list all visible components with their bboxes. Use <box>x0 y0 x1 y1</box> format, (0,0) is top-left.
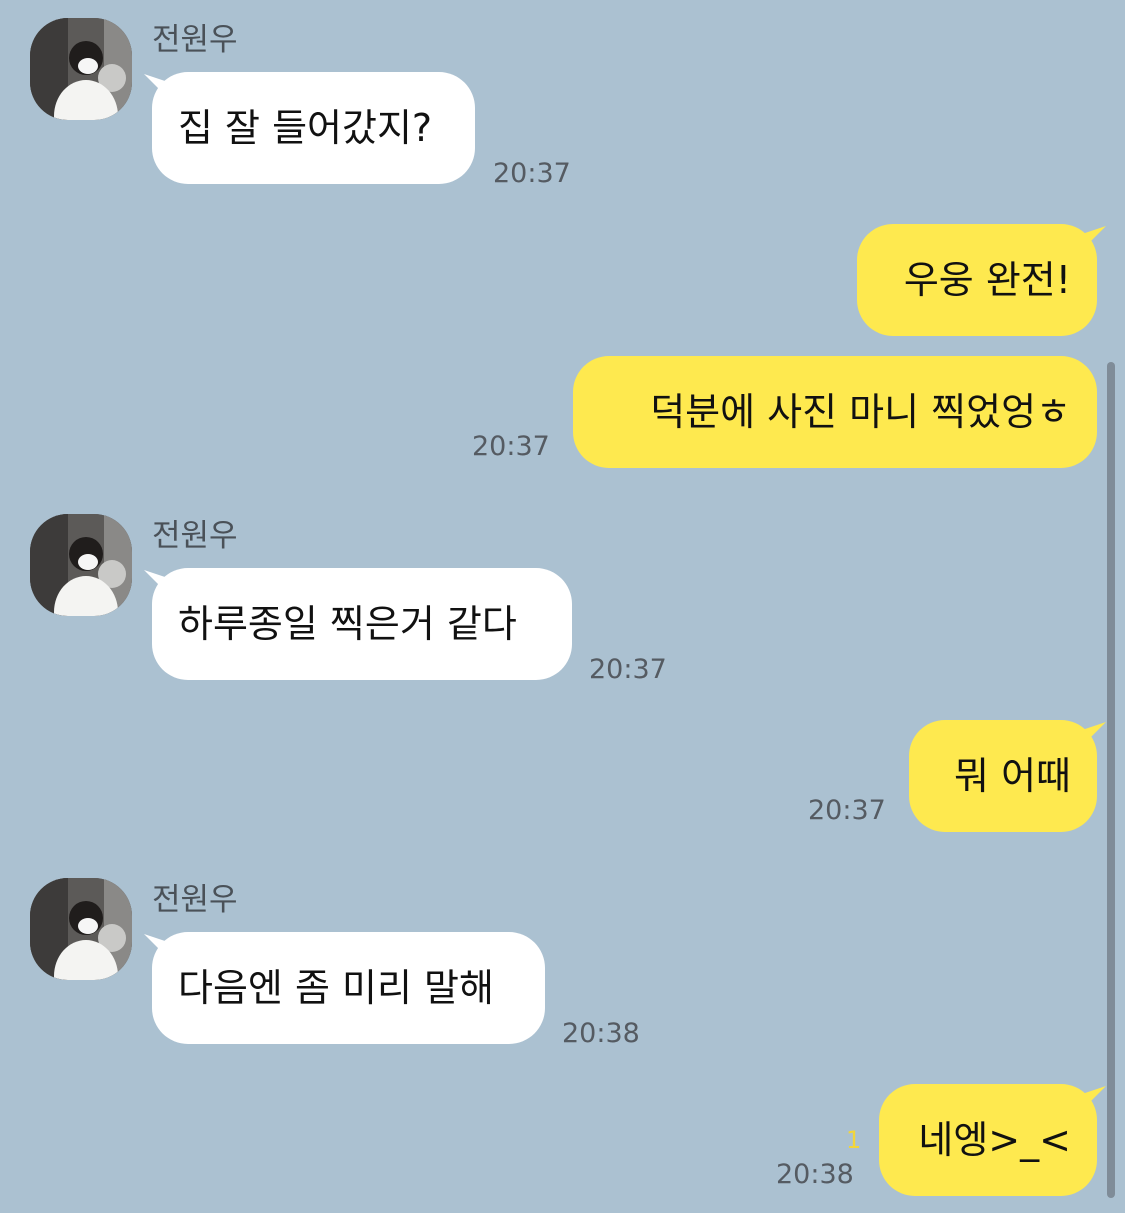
avatar[interactable] <box>30 18 132 120</box>
message-text: 덕분에 사진 마니 찍었엉ㅎ <box>650 390 1071 434</box>
message-text: 우웅 완전! <box>903 258 1071 302</box>
avatar[interactable] <box>30 878 132 980</box>
message-bubble-outgoing[interactable]: 우웅 완전! <box>857 224 1097 336</box>
message-time: 20:38 <box>562 1018 640 1049</box>
profile-photo-icon <box>30 878 132 980</box>
message-text: 다음엔 좀 미리 말해 <box>178 966 494 1010</box>
message-time: 20:37 <box>472 431 550 462</box>
profile-photo-icon <box>30 514 132 616</box>
profile-photo-icon <box>30 18 132 120</box>
sender-name: 전원우 <box>152 22 238 58</box>
message-text: 네엥>_< <box>918 1118 1071 1162</box>
message-time: 20:37 <box>589 654 667 685</box>
sender-name: 전원우 <box>152 882 238 918</box>
sender-name: 전원우 <box>152 518 238 554</box>
message-time: 20:37 <box>493 158 571 189</box>
avatar[interactable] <box>30 514 132 616</box>
message-bubble-outgoing[interactable]: 뭐 어때 <box>909 720 1097 832</box>
message-text: 하루종일 찍은거 같다 <box>178 602 517 646</box>
unread-count: 1 <box>846 1126 862 1154</box>
message-bubble-outgoing[interactable]: 덕분에 사진 마니 찍었엉ㅎ <box>573 356 1097 468</box>
message-bubble-incoming[interactable]: 하루종일 찍은거 같다 <box>152 568 572 680</box>
message-time: 20:37 <box>808 795 886 826</box>
message-bubble-outgoing[interactable]: 네엥>_< <box>879 1084 1097 1196</box>
scrollbar[interactable] <box>1107 362 1115 1198</box>
message-text: 뭐 어때 <box>954 754 1071 798</box>
message-bubble-incoming[interactable]: 집 잘 들어갔지? <box>152 72 475 184</box>
message-bubble-incoming[interactable]: 다음엔 좀 미리 말해 <box>152 932 545 1044</box>
message-time: 20:38 <box>776 1159 854 1190</box>
message-text: 집 잘 들어갔지? <box>178 106 433 150</box>
